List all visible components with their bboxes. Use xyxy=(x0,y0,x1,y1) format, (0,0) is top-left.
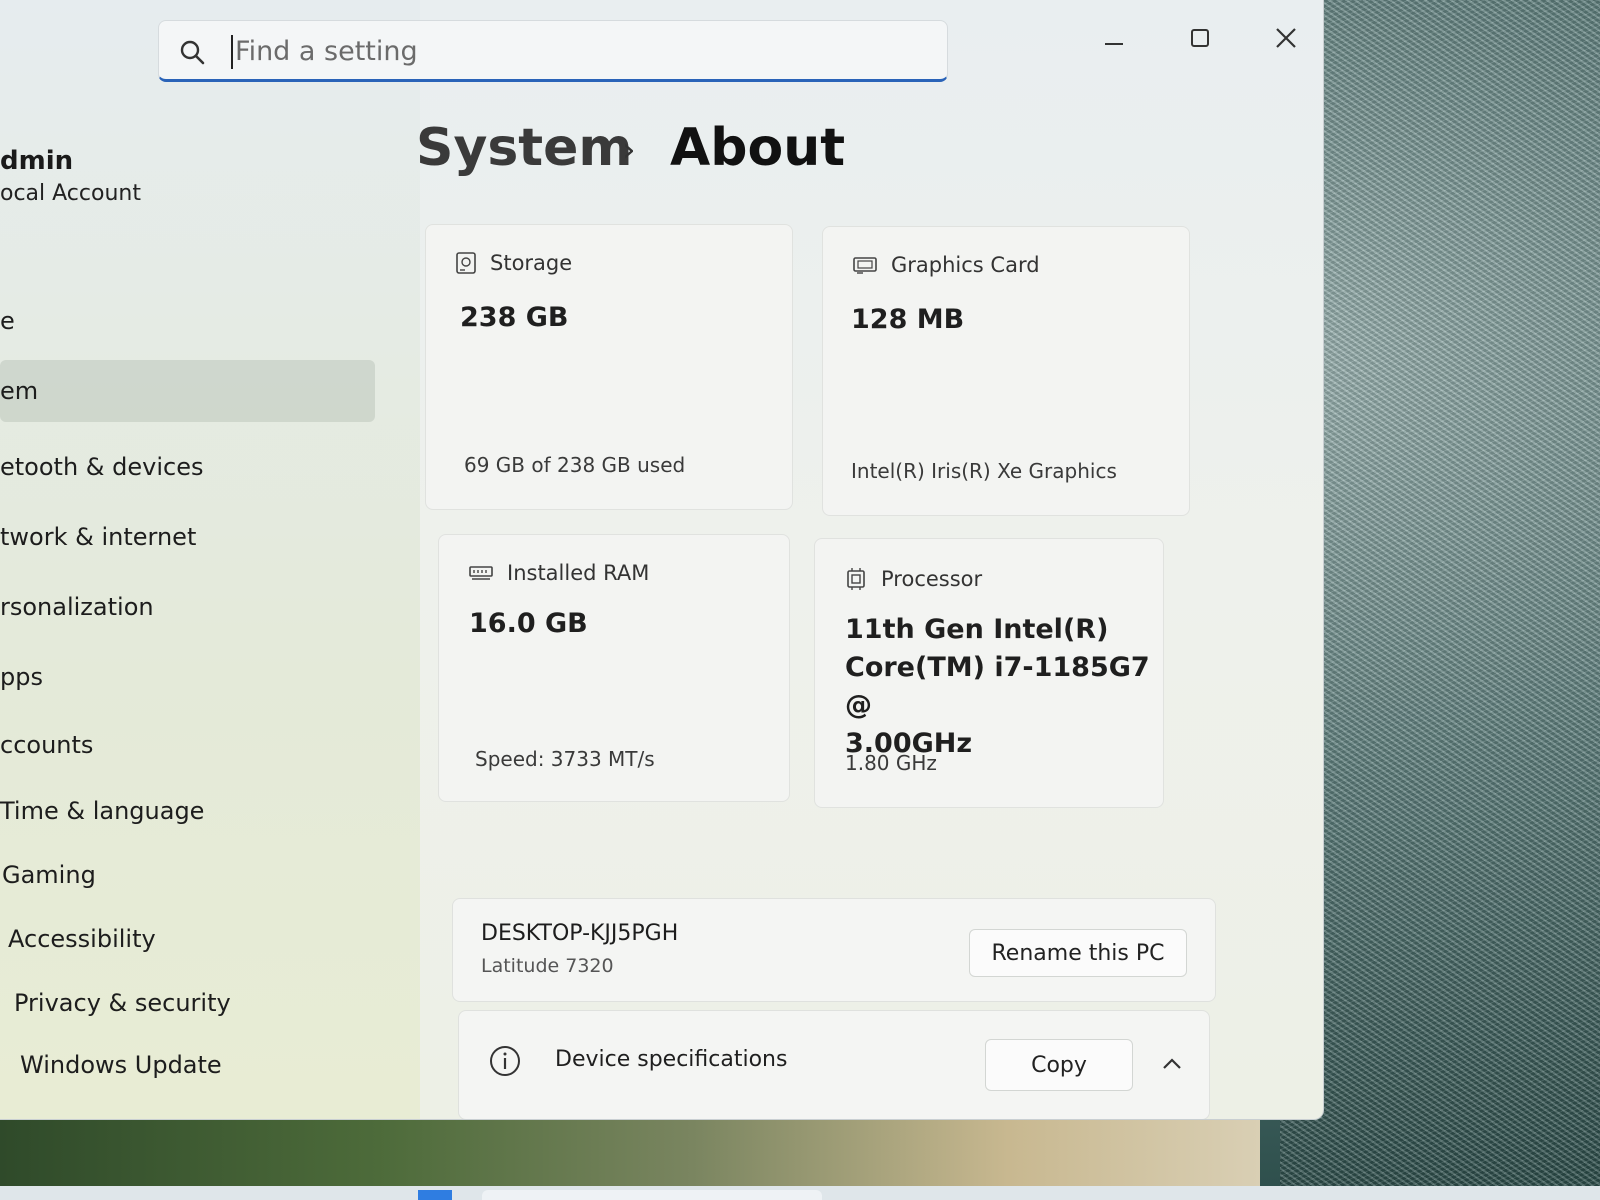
sidebar-item-label: Windows Update xyxy=(20,1051,222,1079)
sidebar-item-label: e xyxy=(0,307,15,335)
graphics-label-row: Graphics Card xyxy=(853,253,1040,277)
graphics-card-icon xyxy=(853,257,877,274)
minimize-icon xyxy=(1105,43,1123,45)
taskbar-search[interactable] xyxy=(482,1190,822,1200)
sidebar-item-apps[interactable]: pps xyxy=(0,654,375,700)
chevron-up-icon[interactable] xyxy=(1159,1051,1185,1077)
account-type: ocal Account xyxy=(0,181,141,206)
sidebar-item-accounts[interactable]: ccounts xyxy=(0,722,375,768)
sidebar-item-accessibility[interactable]: Accessibility xyxy=(0,916,375,962)
device-specifications-title: Device specifications xyxy=(555,1047,788,1072)
sidebar-item-label: twork & internet xyxy=(0,523,197,551)
device-specifications-panel[interactable]: Device specifications Copy xyxy=(458,1010,1210,1119)
storage-detail: 69 GB of 238 GB used xyxy=(464,453,686,477)
sidebar-item-label: pps xyxy=(0,663,43,691)
search-box[interactable] xyxy=(158,20,948,82)
processor-detail: 1.80 GHz xyxy=(845,751,937,775)
search-input[interactable] xyxy=(235,31,915,71)
sidebar-item-label: etooth & devices xyxy=(0,453,204,481)
graphics-detail: Intel(R) Iris(R) Xe Graphics xyxy=(851,459,1117,483)
processor-value-line: 11th Gen Intel(R) xyxy=(845,614,1109,645)
close-button[interactable] xyxy=(1258,18,1314,58)
sidebar-item-label: em xyxy=(0,377,39,405)
sidebar-item-bluetooth[interactable]: etooth & devices xyxy=(0,444,375,490)
minimize-button[interactable] xyxy=(1086,18,1142,58)
copy-button[interactable]: Copy xyxy=(985,1039,1133,1091)
device-name: DESKTOP-KJJ5PGH xyxy=(481,921,679,946)
installed-ram-card[interactable]: Installed RAM 16.0 GB Speed: 3733 MT/s xyxy=(438,534,790,802)
sidebar-item-network[interactable]: twork & internet xyxy=(0,514,375,560)
processor-value-line: Core(TM) i7-1185G7 @ xyxy=(845,652,1150,721)
text-caret xyxy=(231,35,233,69)
storage-card[interactable]: Storage 238 GB 69 GB of 238 GB used xyxy=(425,224,793,510)
sidebar-item-label: Time & language xyxy=(0,797,205,825)
sidebar-item-personalization[interactable]: rsonalization xyxy=(0,584,375,630)
ram-label: Installed RAM xyxy=(507,561,650,585)
breadcrumb-separator: › xyxy=(622,130,636,170)
breadcrumb-parent[interactable]: System xyxy=(416,118,633,178)
storage-label-row: Storage xyxy=(456,251,572,275)
maximize-icon xyxy=(1191,29,1209,47)
sidebar-item-label: Accessibility xyxy=(8,925,156,953)
processor-value: 11th Gen Intel(R) Core(TM) i7-1185G7 @ 3… xyxy=(845,611,1165,763)
account-name: dmin xyxy=(0,146,74,176)
sidebar-item-label: rsonalization xyxy=(0,593,154,621)
sidebar-item-label: ccounts xyxy=(0,731,94,759)
storage-value: 238 GB xyxy=(460,302,569,333)
ram-label-row: Installed RAM xyxy=(469,561,649,585)
sidebar-item-label: Privacy & security xyxy=(14,989,231,1017)
ram-detail: Speed: 3733 MT/s xyxy=(475,747,655,771)
start-button[interactable] xyxy=(418,1190,452,1200)
ram-icon xyxy=(469,566,493,580)
processor-card[interactable]: Processor 11th Gen Intel(R) Core(TM) i7-… xyxy=(814,538,1164,808)
graphics-card-card[interactable]: Graphics Card 128 MB Intel(R) Iris(R) Xe… xyxy=(822,226,1190,516)
settings-window: dmin ocal Account e em etooth & devices … xyxy=(0,0,1324,1120)
maximize-button[interactable] xyxy=(1172,18,1228,58)
processor-label-row: Processor xyxy=(845,567,982,591)
storage-label: Storage xyxy=(490,251,573,275)
device-model: Latitude 7320 xyxy=(481,955,614,977)
sidebar-item-time-language[interactable]: Time & language xyxy=(0,788,375,834)
ram-value: 16.0 GB xyxy=(469,608,588,639)
device-name-panel: DESKTOP-KJJ5PGH Latitude 7320 Rename thi… xyxy=(452,898,1216,1002)
graphics-value: 128 MB xyxy=(851,304,965,335)
processor-label: Processor xyxy=(881,567,983,591)
storage-icon xyxy=(456,252,476,274)
info-icon xyxy=(490,1046,520,1076)
graphics-label: Graphics Card xyxy=(891,253,1040,277)
sidebar-item-system[interactable]: em xyxy=(0,360,375,422)
close-icon xyxy=(1276,28,1296,48)
processor-icon xyxy=(847,568,865,590)
page-title: About xyxy=(670,118,846,178)
sidebar-item-label: Gaming xyxy=(2,861,96,889)
sidebar-item-windows-update[interactable]: Windows Update xyxy=(0,1042,375,1088)
rename-pc-button[interactable]: Rename this PC xyxy=(969,929,1187,977)
search-icon xyxy=(180,40,205,65)
sidebar-item-privacy-security[interactable]: Privacy & security xyxy=(0,980,375,1026)
sidebar-item-gaming[interactable]: Gaming xyxy=(0,852,375,898)
sidebar-item-home[interactable]: e xyxy=(0,298,375,344)
